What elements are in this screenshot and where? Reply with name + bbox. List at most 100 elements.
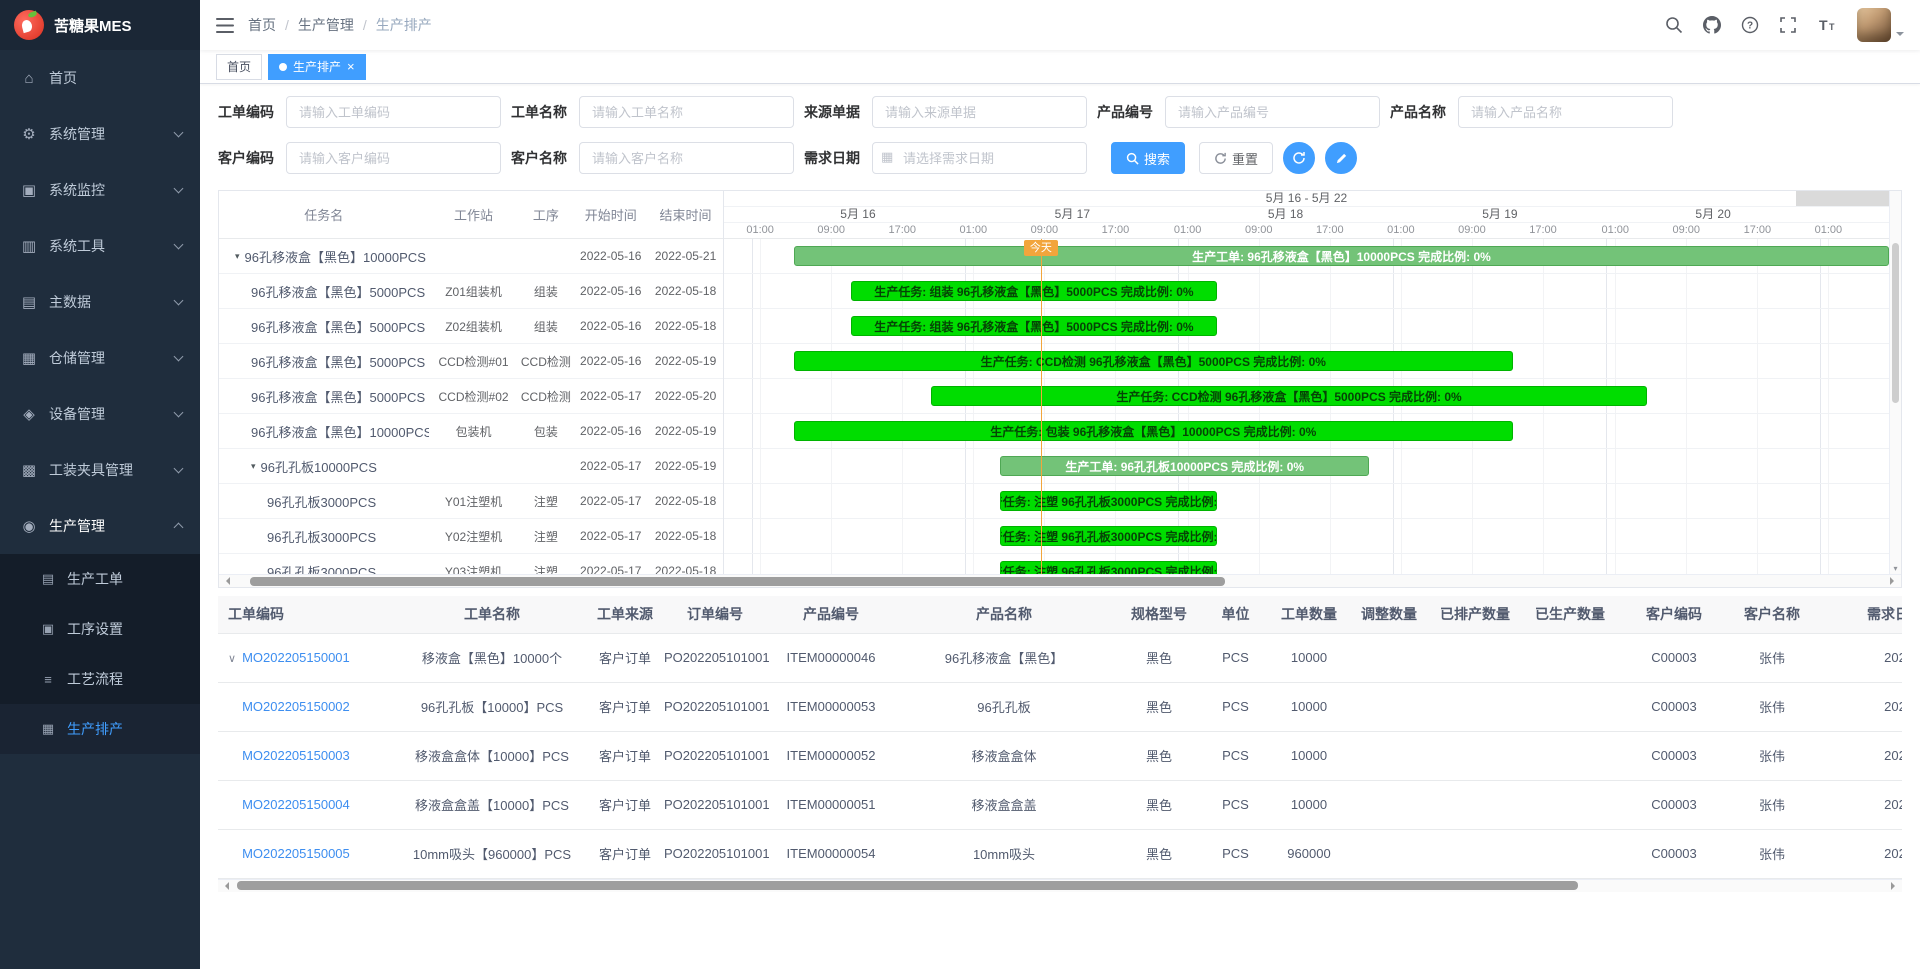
gantt-horizontal-scrollbar[interactable] — [219, 574, 1901, 587]
gantt-task-row[interactable]: ▾ 96孔移液盒【黑色】5000PCS Z01组装机 组装 2022-05-16… — [219, 274, 723, 309]
table-row[interactable]: ∨MO202205150004 移液盒盒盖【10000】PCS 客户订单 PO2… — [218, 780, 1902, 829]
order-name-input[interactable] — [579, 96, 794, 128]
gantt-task-row[interactable]: ▾ 96孔移液盒【黑色】10000PCS 2022-05-16 2022-05-… — [219, 239, 723, 274]
breadcrumb-production[interactable]: 生产管理 — [298, 15, 354, 35]
gantt-bar[interactable]: 生产任务: CCD检测 96孔移液盒【黑色】5000PCS 完成比例: 0% — [794, 351, 1513, 371]
table-column-header[interactable]: 订单编号 — [660, 596, 770, 633]
fullscreen-icon[interactable] — [1779, 16, 1797, 34]
expand-caret-icon[interactable]: ▾ — [235, 251, 240, 262]
reset-button[interactable]: 重置 — [1199, 142, 1273, 174]
scroll-track[interactable] — [232, 881, 1888, 890]
sidebar-item-fixture[interactable]: ▩ 工装夹具管理 — [0, 442, 200, 498]
horizontal-scroll-thumb[interactable] — [250, 577, 1226, 586]
sidebar-item-scheduling[interactable]: ▦ 生产排产 — [0, 704, 200, 754]
scroll-left-arrow-icon[interactable] — [222, 577, 230, 585]
demand-date-input[interactable] — [872, 142, 1087, 174]
table-column-header[interactable]: 已生产数量 — [1521, 596, 1619, 633]
avatar[interactable] — [1857, 8, 1891, 42]
scroll-down-arrow-icon[interactable]: ▾ — [1890, 564, 1901, 573]
gantt-bar[interactable]: 生产任务: 组装 96孔移液盒【黑色】5000PCS 完成比例: 0% — [851, 316, 1217, 336]
expand-caret-icon[interactable]: ▾ — [251, 461, 256, 472]
gantt-bar[interactable]: 生产任务: 注塑 96孔孔板3000PCS 完成比例: 0% — [1000, 491, 1217, 511]
table-column-header[interactable]: 需求日期 — [1815, 596, 1902, 633]
sidebar-item-process-settings[interactable]: ▣ 工序设置 — [0, 604, 200, 654]
table-row[interactable]: ∨MO202205150002 96孔孔板【10000】PCS 客户订单 PO2… — [218, 682, 1902, 731]
table-column-header[interactable]: 工单编码 — [218, 596, 394, 633]
scroll-right-arrow-icon[interactable] — [1891, 882, 1899, 890]
gantt-task-row[interactable]: ▾ 96孔孔板3000PCS Y02注塑机 注塑 2022-05-17 2022… — [219, 519, 723, 554]
gantt-bar[interactable]: 生产任务: 注塑 96孔孔板3000PCS 完成比例: 0% — [1000, 561, 1217, 574]
sidebar-item-system-monitor[interactable]: ▣ 系统监控 — [0, 162, 200, 218]
source-doc-input[interactable] — [872, 96, 1087, 128]
sidebar-item-system-tools[interactable]: ▥ 系统工具 — [0, 218, 200, 274]
table-row[interactable]: ∨MO202205150001 移液盒【黑色】10000个 客户订单 PO202… — [218, 633, 1902, 682]
order-code-link[interactable]: MO202205150001 — [242, 650, 350, 665]
sidebar-item-warehouse[interactable]: ▦ 仓储管理 — [0, 330, 200, 386]
gantt-bar[interactable]: 生产任务: 组装 96孔移液盒【黑色】5000PCS 完成比例: 0% — [851, 281, 1217, 301]
table-column-header[interactable]: 单位 — [1202, 596, 1269, 633]
tab-home[interactable]: 首页 — [216, 54, 262, 80]
table-row[interactable]: ∨MO202205150003 移液盒盒体【10000】PCS 客户订单 PO2… — [218, 731, 1902, 780]
help-icon[interactable]: ? — [1741, 16, 1759, 34]
gantt-task-row[interactable]: ▾ 96孔孔板3000PCS Y03注塑机 注塑 2022-05-17 2022… — [219, 554, 723, 574]
table-row[interactable]: ∨MO202205150005 10mm吸头【960000】PCS 客户订单 P… — [218, 829, 1902, 878]
vertical-scroll-thumb[interactable] — [1892, 243, 1899, 403]
customer-name-input[interactable] — [579, 142, 794, 174]
product-code-input[interactable] — [1165, 96, 1380, 128]
sidebar-item-work-order[interactable]: ▤ 生产工单 — [0, 554, 200, 604]
order-code-link[interactable]: MO202205150004 — [242, 797, 350, 812]
breadcrumb-home[interactable]: 首页 — [248, 15, 276, 35]
sidebar-item-production[interactable]: ◉ 生产管理 — [0, 498, 200, 554]
table-column-header[interactable]: 工单名称 — [394, 596, 590, 633]
refresh-button[interactable] — [1283, 142, 1315, 174]
gantt-task-row[interactable]: ▾ 96孔孔板10000PCS 2022-05-17 2022-05-19 — [219, 449, 723, 484]
gantt-task-row[interactable]: ▾ 96孔移液盒【黑色】5000PCS CCD检测#01 CCD检测 2022-… — [219, 344, 723, 379]
sidebar-item-process-flow[interactable]: ≡ 工艺流程 — [0, 654, 200, 704]
order-code-link[interactable]: MO202205150002 — [242, 699, 350, 714]
sidebar-item-system-management[interactable]: ⚙ 系统管理 — [0, 106, 200, 162]
table-column-header[interactable]: 调整数量 — [1349, 596, 1429, 633]
font-size-icon[interactable]: TT — [1817, 16, 1837, 34]
horizontal-scroll-thumb[interactable] — [237, 881, 1578, 890]
table-column-header[interactable]: 工单来源 — [590, 596, 660, 633]
edit-button[interactable] — [1325, 142, 1357, 174]
sidebar-item-master-data[interactable]: ▤ 主数据 — [0, 274, 200, 330]
row-expand-caret-icon[interactable]: ∨ — [228, 653, 236, 665]
customer-code-input[interactable] — [286, 142, 501, 174]
search-button[interactable]: 搜索 — [1111, 142, 1185, 174]
github-icon[interactable] — [1703, 16, 1721, 34]
sidebar-toggle-icon[interactable] — [216, 18, 234, 33]
product-name-input[interactable] — [1458, 96, 1673, 128]
gantt-task-row[interactable]: ▾ 96孔移液盒【黑色】5000PCS CCD检测#02 CCD检测 2022-… — [219, 379, 723, 414]
table-column-header[interactable]: 产品编号 — [770, 596, 892, 633]
table-column-header[interactable]: 工单数量 — [1269, 596, 1349, 633]
search-icon[interactable] — [1665, 16, 1683, 34]
user-menu[interactable] — [1857, 8, 1904, 42]
table-column-header[interactable]: 已排产数量 — [1429, 596, 1521, 633]
table-column-header[interactable]: 规格型号 — [1116, 596, 1202, 633]
gantt-bar[interactable]: 生产任务: CCD检测 96孔移液盒【黑色】5000PCS 完成比例: 0% — [931, 386, 1646, 406]
order-code-link[interactable]: MO202205150005 — [242, 846, 350, 861]
gantt-task-row[interactable]: ▾ 96孔移液盒【黑色】10000PCS 包装机 包装 2022-05-16 2… — [219, 414, 723, 449]
gantt-bar[interactable]: 生产任务: 包装 96孔移液盒【黑色】10000PCS 完成比例: 0% — [794, 421, 1513, 441]
gantt-bar[interactable]: 生产工单: 96孔移液盒【黑色】10000PCS 完成比例: 0% — [794, 246, 1889, 266]
close-icon[interactable]: × — [347, 60, 355, 73]
sidebar-item-home[interactable]: ⌂ 首页 — [0, 50, 200, 106]
table-column-header[interactable]: 客户名称 — [1729, 596, 1815, 633]
tab-scheduling[interactable]: 生产排产 × — [268, 54, 366, 80]
gantt-bar[interactable]: 生产工单: 96孔孔板10000PCS 完成比例: 0% — [1000, 456, 1369, 476]
gantt-vertical-scrollbar[interactable]: ▾ — [1889, 191, 1901, 574]
gantt-task-row[interactable]: ▾ 96孔孔板3000PCS Y01注塑机 注塑 2022-05-17 2022… — [219, 484, 723, 519]
order-code-link[interactable]: MO202205150003 — [242, 748, 350, 763]
table-column-header[interactable]: 客户编码 — [1619, 596, 1729, 633]
scroll-track[interactable] — [233, 577, 1887, 586]
table-column-header[interactable]: 产品名称 — [892, 596, 1116, 633]
sidebar-item-equipment[interactable]: ◈ 设备管理 — [0, 386, 200, 442]
gantt-task-row[interactable]: ▾ 96孔移液盒【黑色】5000PCS Z02组装机 组装 2022-05-16… — [219, 309, 723, 344]
gantt-bar[interactable]: 生产任务: 注塑 96孔孔板3000PCS 完成比例: 0% — [1000, 526, 1217, 546]
scroll-right-arrow-icon[interactable] — [1890, 577, 1898, 585]
scroll-left-arrow-icon[interactable] — [221, 882, 229, 890]
app-logo[interactable]: 苦糖果MES — [0, 0, 200, 50]
order-code-input[interactable] — [286, 96, 501, 128]
table-horizontal-scrollbar[interactable] — [218, 879, 1902, 892]
